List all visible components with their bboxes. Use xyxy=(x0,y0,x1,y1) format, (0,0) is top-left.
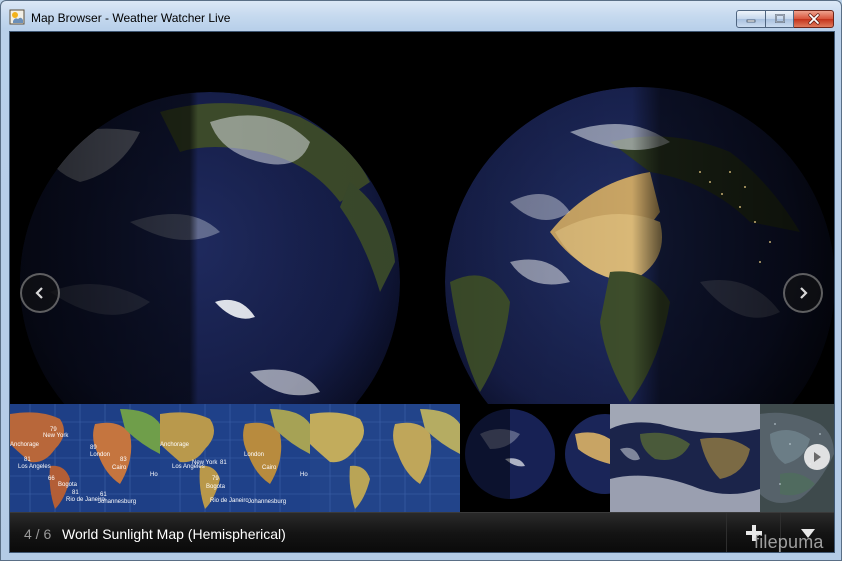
map-label: Cairo xyxy=(112,465,127,471)
map-label: 81 xyxy=(220,460,227,466)
next-map-button[interactable] xyxy=(783,273,823,313)
map-browser-client: Anchorage 79 New York 89 London 81 Los A… xyxy=(9,31,835,553)
thumbnail-radar-map[interactable] xyxy=(760,404,834,512)
map-label: 66 xyxy=(48,476,55,482)
app-window: Map Browser - Weather Watcher Live Ancho… xyxy=(0,0,842,561)
thumbnail-hemisphere-globes[interactable] xyxy=(460,404,610,512)
map-label: Bogota xyxy=(58,482,78,488)
map-label: Rio de Janeiro xyxy=(210,498,249,504)
map-label: 61 xyxy=(100,492,107,498)
watermark-text: filepuma xyxy=(754,532,824,552)
map-label: 79 xyxy=(212,476,219,482)
play-animation-button[interactable] xyxy=(804,444,830,470)
minimize-button[interactable] xyxy=(736,10,766,28)
thumbnail-temperature-map-3[interactable] xyxy=(310,404,460,512)
map-label: London xyxy=(244,452,264,458)
close-button[interactable] xyxy=(794,10,834,28)
map-label: Los Angeles xyxy=(172,464,205,470)
map-label: London xyxy=(90,452,110,458)
map-label: Anchorage xyxy=(160,442,190,448)
map-label: Los Angeles xyxy=(18,464,51,470)
maximize-icon xyxy=(774,14,785,23)
weather-app-icon[interactable] xyxy=(9,9,25,25)
thumbnail-satellite-map[interactable] xyxy=(610,404,760,512)
chevron-left-icon xyxy=(35,287,43,299)
maximize-button[interactable] xyxy=(766,10,794,28)
map-label: 83 xyxy=(120,457,127,463)
map-label: Ho xyxy=(300,472,308,478)
map-label: Ho xyxy=(150,472,158,478)
map-caption: World Sunlight Map (Hemispherical) xyxy=(62,526,286,542)
map-label: Johannesburg xyxy=(248,499,286,505)
map-label: Anchorage xyxy=(10,442,40,448)
map-label: Cairo xyxy=(262,465,277,471)
caption-bar: 4 / 6 World Sunlight Map (Hemispherical)… xyxy=(10,512,834,552)
title-bar[interactable]: Map Browser - Weather Watcher Live xyxy=(1,1,841,31)
minimize-icon xyxy=(746,19,756,23)
map-label: 81 xyxy=(24,457,31,463)
map-label: 81 xyxy=(72,490,79,496)
thumbnail-strip[interactable]: Anchorage 79 New York 89 London 81 Los A… xyxy=(10,404,834,512)
play-icon xyxy=(814,452,821,462)
close-icon xyxy=(807,13,820,25)
map-label: Johannesburg xyxy=(98,499,136,505)
thumbnail-temperature-map-2[interactable]: Anchorage 81 London New York Los Angeles… xyxy=(160,404,310,512)
window-title: Map Browser - Weather Watcher Live xyxy=(31,11,231,25)
map-label: Bogota xyxy=(206,484,226,490)
chevron-right-icon xyxy=(800,287,808,299)
map-label: New York xyxy=(43,433,69,439)
map-counter: 4 / 6 xyxy=(24,526,52,542)
thumbnail-temperature-map-1[interactable]: Anchorage 79 New York 89 London 81 Los A… xyxy=(10,404,160,512)
world-sunlight-hemispheres xyxy=(20,87,834,404)
main-map-viewer[interactable] xyxy=(10,32,834,404)
previous-map-button[interactable] xyxy=(20,273,60,313)
map-label: 89 xyxy=(90,445,97,451)
